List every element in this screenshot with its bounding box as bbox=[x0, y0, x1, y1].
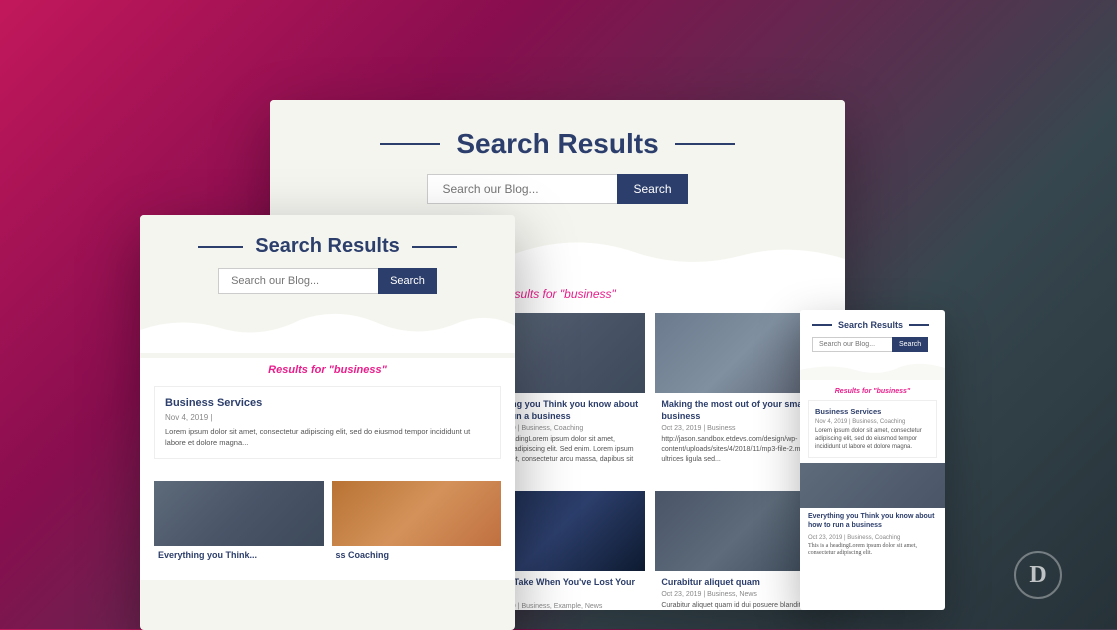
mid-text-article-body: Lorem ipsum dolor sit amet, consectetur … bbox=[165, 427, 490, 448]
right-content: Business Services Nov 4, 2019 | Business… bbox=[800, 400, 945, 458]
mid-card-header: Search Results Search bbox=[140, 215, 515, 308]
right-text-article-date: Nov 4, 2019 | Business, Coaching bbox=[815, 419, 930, 425]
main-card-title-row: Search Results bbox=[310, 128, 805, 160]
title-line-left bbox=[380, 143, 440, 145]
right-text-article-card: Business Services Nov 4, 2019 | Business… bbox=[808, 400, 937, 458]
right-title-line-right bbox=[909, 324, 929, 326]
mid-card-title: Search Results bbox=[255, 235, 400, 258]
main-card-title: Search Results bbox=[456, 128, 658, 160]
right-search-button[interactable]: Search bbox=[892, 337, 928, 352]
mid-search-input[interactable] bbox=[218, 268, 378, 294]
right-text-article-body: Lorem ipsum dolor sit amet, consectetur … bbox=[815, 428, 930, 451]
mid-search-results-card: Search Results Search Results for "busin… bbox=[140, 215, 515, 630]
mid-text-article-title: Business Services bbox=[165, 397, 490, 409]
mid-title-line-left bbox=[198, 246, 243, 248]
main-search-bar: Search bbox=[310, 174, 805, 204]
right-title-line-left bbox=[812, 324, 832, 326]
right-card-title-row: Search Results bbox=[812, 320, 933, 330]
mid-bottom-title-1: Everything you Think... bbox=[154, 546, 324, 566]
main-search-button[interactable]: Search bbox=[617, 174, 687, 204]
divi-logo: D bbox=[1014, 551, 1062, 599]
right-search-bar: Search bbox=[812, 337, 933, 352]
mid-bottom-article-2: ss Coaching bbox=[332, 481, 502, 566]
mid-title-line-right bbox=[412, 246, 457, 248]
right-text-article-title: Business Services bbox=[815, 407, 930, 416]
mid-results-content: Business Services Nov 4, 2019 | Lorem ip… bbox=[140, 386, 515, 481]
mid-bottom-photo-2 bbox=[332, 481, 502, 546]
mid-bottom-title-2: ss Coaching bbox=[332, 546, 502, 566]
right-bottom-article-body: This is a headingLorem ipsum dolor sit a… bbox=[800, 543, 945, 559]
right-card-title: Search Results bbox=[838, 320, 903, 330]
mid-text-article-date: Nov 4, 2019 | bbox=[165, 413, 490, 422]
right-results-label: Results for "business" bbox=[800, 385, 945, 400]
mid-card-title-row: Search Results bbox=[168, 235, 487, 258]
mid-bottom-row: Everything you Think... ss Coaching bbox=[140, 481, 515, 580]
right-bottom-photo bbox=[800, 463, 945, 508]
right-mountain-decoration bbox=[800, 360, 945, 385]
mid-search-button[interactable]: Search bbox=[378, 268, 437, 294]
mid-bottom-article-1: Everything you Think... bbox=[154, 481, 324, 566]
right-bottom-article-date: Oct 23, 2019 | Business, Coaching bbox=[800, 535, 945, 541]
right-search-results-card: Search Results Search Results for "busin… bbox=[800, 310, 945, 610]
right-bottom-article: Everything you Think you know about how … bbox=[800, 508, 945, 562]
main-card-header: Search Results Search bbox=[270, 100, 845, 224]
main-search-input[interactable] bbox=[427, 174, 617, 204]
right-search-input[interactable] bbox=[812, 337, 892, 352]
right-card-header: Search Results Search bbox=[800, 310, 945, 360]
mid-text-article-card: Business Services Nov 4, 2019 | Lorem ip… bbox=[154, 386, 501, 459]
mid-search-bar: Search bbox=[168, 268, 487, 294]
mid-results-label: Results for "business" bbox=[140, 358, 515, 386]
right-bottom-article-title: Everything you Think you know about how … bbox=[800, 512, 945, 534]
mid-bottom-photo-1 bbox=[154, 481, 324, 546]
mid-mountain-decoration bbox=[140, 308, 515, 358]
title-line-right bbox=[675, 143, 735, 145]
